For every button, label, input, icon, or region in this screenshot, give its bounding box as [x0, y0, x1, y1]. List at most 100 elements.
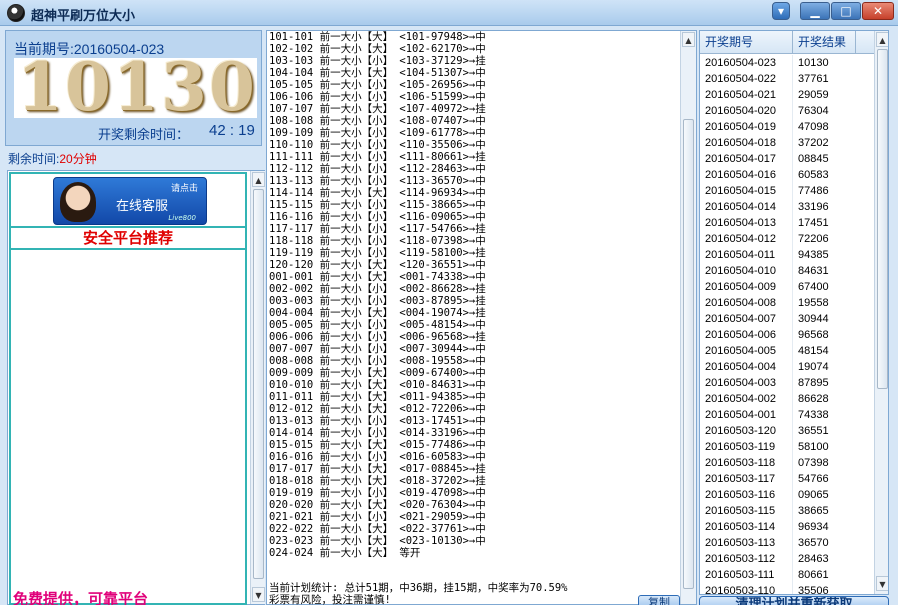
plan-line: 008-008 前一大小【小】 <008-19558>→中	[269, 355, 486, 367]
table-scrollbar[interactable]: ▲ ▼	[874, 31, 888, 594]
plan-scrollbar[interactable]: ▲	[680, 31, 696, 604]
scroll-thumb[interactable]	[877, 49, 888, 389]
table-row[interactable]: 20160504-023 10130	[700, 55, 876, 71]
result-cell: 07398	[798, 457, 829, 469]
table-row[interactable]: 20160504-002 86628	[700, 391, 876, 407]
plan-line: 014-014 前一大小【小】 <014-33196>→中	[269, 427, 486, 439]
table-row[interactable]: 20160503-118 07398	[700, 455, 876, 471]
period-cell: 20160504-014	[700, 199, 793, 215]
table-row[interactable]: 20160503-117 54766	[700, 471, 876, 487]
table-row[interactable]: 20160504-008 19558	[700, 295, 876, 311]
table-row[interactable]: 20160504-004 19074	[700, 359, 876, 375]
plan-line: 021-021 前一大小【小】 <021-29059>→中	[269, 511, 486, 523]
draw-digit: 1	[17, 48, 63, 126]
remaining-time-value: 20分钟	[59, 152, 97, 166]
table-row[interactable]: 20160504-016 60583	[700, 167, 876, 183]
divider	[11, 248, 245, 250]
maximize-button[interactable]: □	[831, 2, 861, 20]
plan-line: 022-022 前一大小【大】 <022-37761>→中	[269, 523, 486, 535]
table-row[interactable]: 20160504-010 84631	[700, 263, 876, 279]
period-cell: 20160504-023	[700, 55, 793, 71]
online-service-button[interactable]: 请点击 在线客服 Live800	[53, 177, 207, 225]
table-row[interactable]: 20160504-013 17451	[700, 215, 876, 231]
minimize-icon: ▁	[810, 4, 820, 18]
table-row[interactable]: 20160504-019 47098	[700, 119, 876, 135]
table-row[interactable]: 20160503-114 96934	[700, 519, 876, 535]
ad-scrollbar[interactable]: ▲ ▼	[250, 171, 265, 604]
period-cell: 20160504-001	[700, 407, 793, 423]
scroll-up-icon[interactable]: ▲	[876, 32, 888, 47]
scroll-thumb[interactable]	[253, 189, 264, 579]
live-label: Live800	[168, 214, 196, 222]
table-row[interactable]: 20160504-012 72206	[700, 231, 876, 247]
stats-summary: 当前计划统计: 总计51期，中36期，挂15期，中奖率为70.59%	[269, 582, 568, 594]
result-cell: 96934	[798, 521, 829, 533]
maximize-icon: □	[840, 4, 852, 18]
result-cell: 36551	[798, 425, 829, 437]
table-row[interactable]: 20160503-113 36570	[700, 535, 876, 551]
result-cell: 35506	[798, 585, 829, 595]
close-button[interactable]: ✕	[862, 2, 894, 20]
table-row[interactable]: 20160503-115 38665	[700, 503, 876, 519]
table-row[interactable]: 20160504-017 08845	[700, 151, 876, 167]
table-row[interactable]: 20160504-014 33196	[700, 199, 876, 215]
table-row[interactable]: 20160503-119 58100	[700, 439, 876, 455]
result-cell: 72206	[798, 233, 829, 245]
plan-line: 109-109 前一大小【小】 <109-61778>→中	[269, 127, 486, 139]
table-row[interactable]: 20160503-116 09065	[700, 487, 876, 503]
table-row[interactable]: 20160504-015 77486	[700, 183, 876, 199]
result-cell: 38665	[798, 505, 829, 517]
table-row[interactable]: 20160504-022 37761	[700, 71, 876, 87]
result-cell: 96568	[798, 329, 829, 341]
plan-line: 011-011 前一大小【大】 <011-94385>→中	[269, 391, 486, 403]
plan-line: 117-117 前一大小【小】 <117-54766>→挂	[269, 223, 486, 235]
scroll-up-icon[interactable]: ▲	[682, 32, 695, 47]
column-header-period[interactable]: 开奖期号	[700, 31, 793, 54]
table-row[interactable]: 20160504-009 67400	[700, 279, 876, 295]
plan-line: 018-018 前一大小【大】 <018-37202>→挂	[269, 475, 486, 487]
period-cell: 20160504-010	[700, 263, 793, 279]
table-row[interactable]: 20160503-111 80661	[700, 567, 876, 583]
result-cell: 84631	[798, 265, 829, 277]
table-row[interactable]: 20160503-120 36551	[700, 423, 876, 439]
draw-digit: 3	[161, 48, 207, 126]
plan-line: 019-019 前一大小【小】 <019-47098>→中	[269, 487, 486, 499]
clear-and-refetch-button[interactable]: 清理计划并重新获取	[699, 596, 889, 605]
scroll-up-icon[interactable]: ▲	[252, 172, 265, 187]
period-cell: 20160503-119	[700, 439, 793, 455]
table-row[interactable]: 20160504-011 94385	[700, 247, 876, 263]
current-period-panel: 当前期号:20160504-023 1 0 1 3 0 开奖剩余时间： 42 :…	[5, 30, 262, 146]
period-cell: 20160503-120	[700, 423, 793, 439]
period-cell: 20160504-016	[700, 167, 793, 183]
column-header-result[interactable]: 开奖结果	[793, 31, 856, 54]
period-cell: 20160504-019	[700, 119, 793, 135]
scroll-down-icon[interactable]: ▼	[252, 587, 265, 602]
table-row[interactable]: 20160504-020 76304	[700, 103, 876, 119]
draw-digit: 1	[113, 48, 159, 126]
plan-stats: 当前计划统计: 总计51期，中36期，挂15期，中奖率为70.59% 彩票有风险，…	[269, 582, 568, 605]
table-row[interactable]: 20160503-112 28463	[700, 551, 876, 567]
scroll-thumb[interactable]	[683, 119, 694, 589]
table-row[interactable]: 20160504-001 74338	[700, 407, 876, 423]
scroll-down-icon[interactable]: ▼	[876, 576, 888, 591]
table-row[interactable]: 20160504-018 37202	[700, 135, 876, 151]
table-row[interactable]: 20160504-006 96568	[700, 327, 876, 343]
plan-line: 101-101 前一大小【大】 <101-97948>→中	[269, 31, 486, 43]
plan-list-panel: 101-101 前一大小【大】 <101-97948>→中 102-102 前一大…	[266, 30, 697, 605]
table-row[interactable]: 20160504-005 48154	[700, 343, 876, 359]
minimize-button[interactable]: ▁	[800, 2, 830, 20]
table-row[interactable]: 20160503-110 35506	[700, 583, 876, 595]
table-row[interactable]: 20160504-003 87895	[700, 375, 876, 391]
result-cell: 37202	[798, 137, 829, 149]
table-row[interactable]: 20160504-007 30944	[700, 311, 876, 327]
plan-line: 106-106 前一大小【小】 <106-51599>→中	[269, 91, 486, 103]
copy-button[interactable]: 复制	[638, 595, 680, 605]
plan-line: 114-114 前一大小【大】 <114-96934>→中	[269, 187, 486, 199]
app-icon	[7, 4, 25, 22]
result-table: 开奖期号 开奖结果 20160504-023 10130 20160504-022 3…	[699, 30, 889, 595]
skin-button[interactable]: ▾	[772, 2, 790, 20]
table-row[interactable]: 20160504-021 29059	[700, 87, 876, 103]
period-cell: 20160504-007	[700, 311, 793, 327]
table-rows: 20160504-023 10130 20160504-022 37761 201605…	[700, 55, 876, 595]
period-cell: 20160504-006	[700, 327, 793, 343]
